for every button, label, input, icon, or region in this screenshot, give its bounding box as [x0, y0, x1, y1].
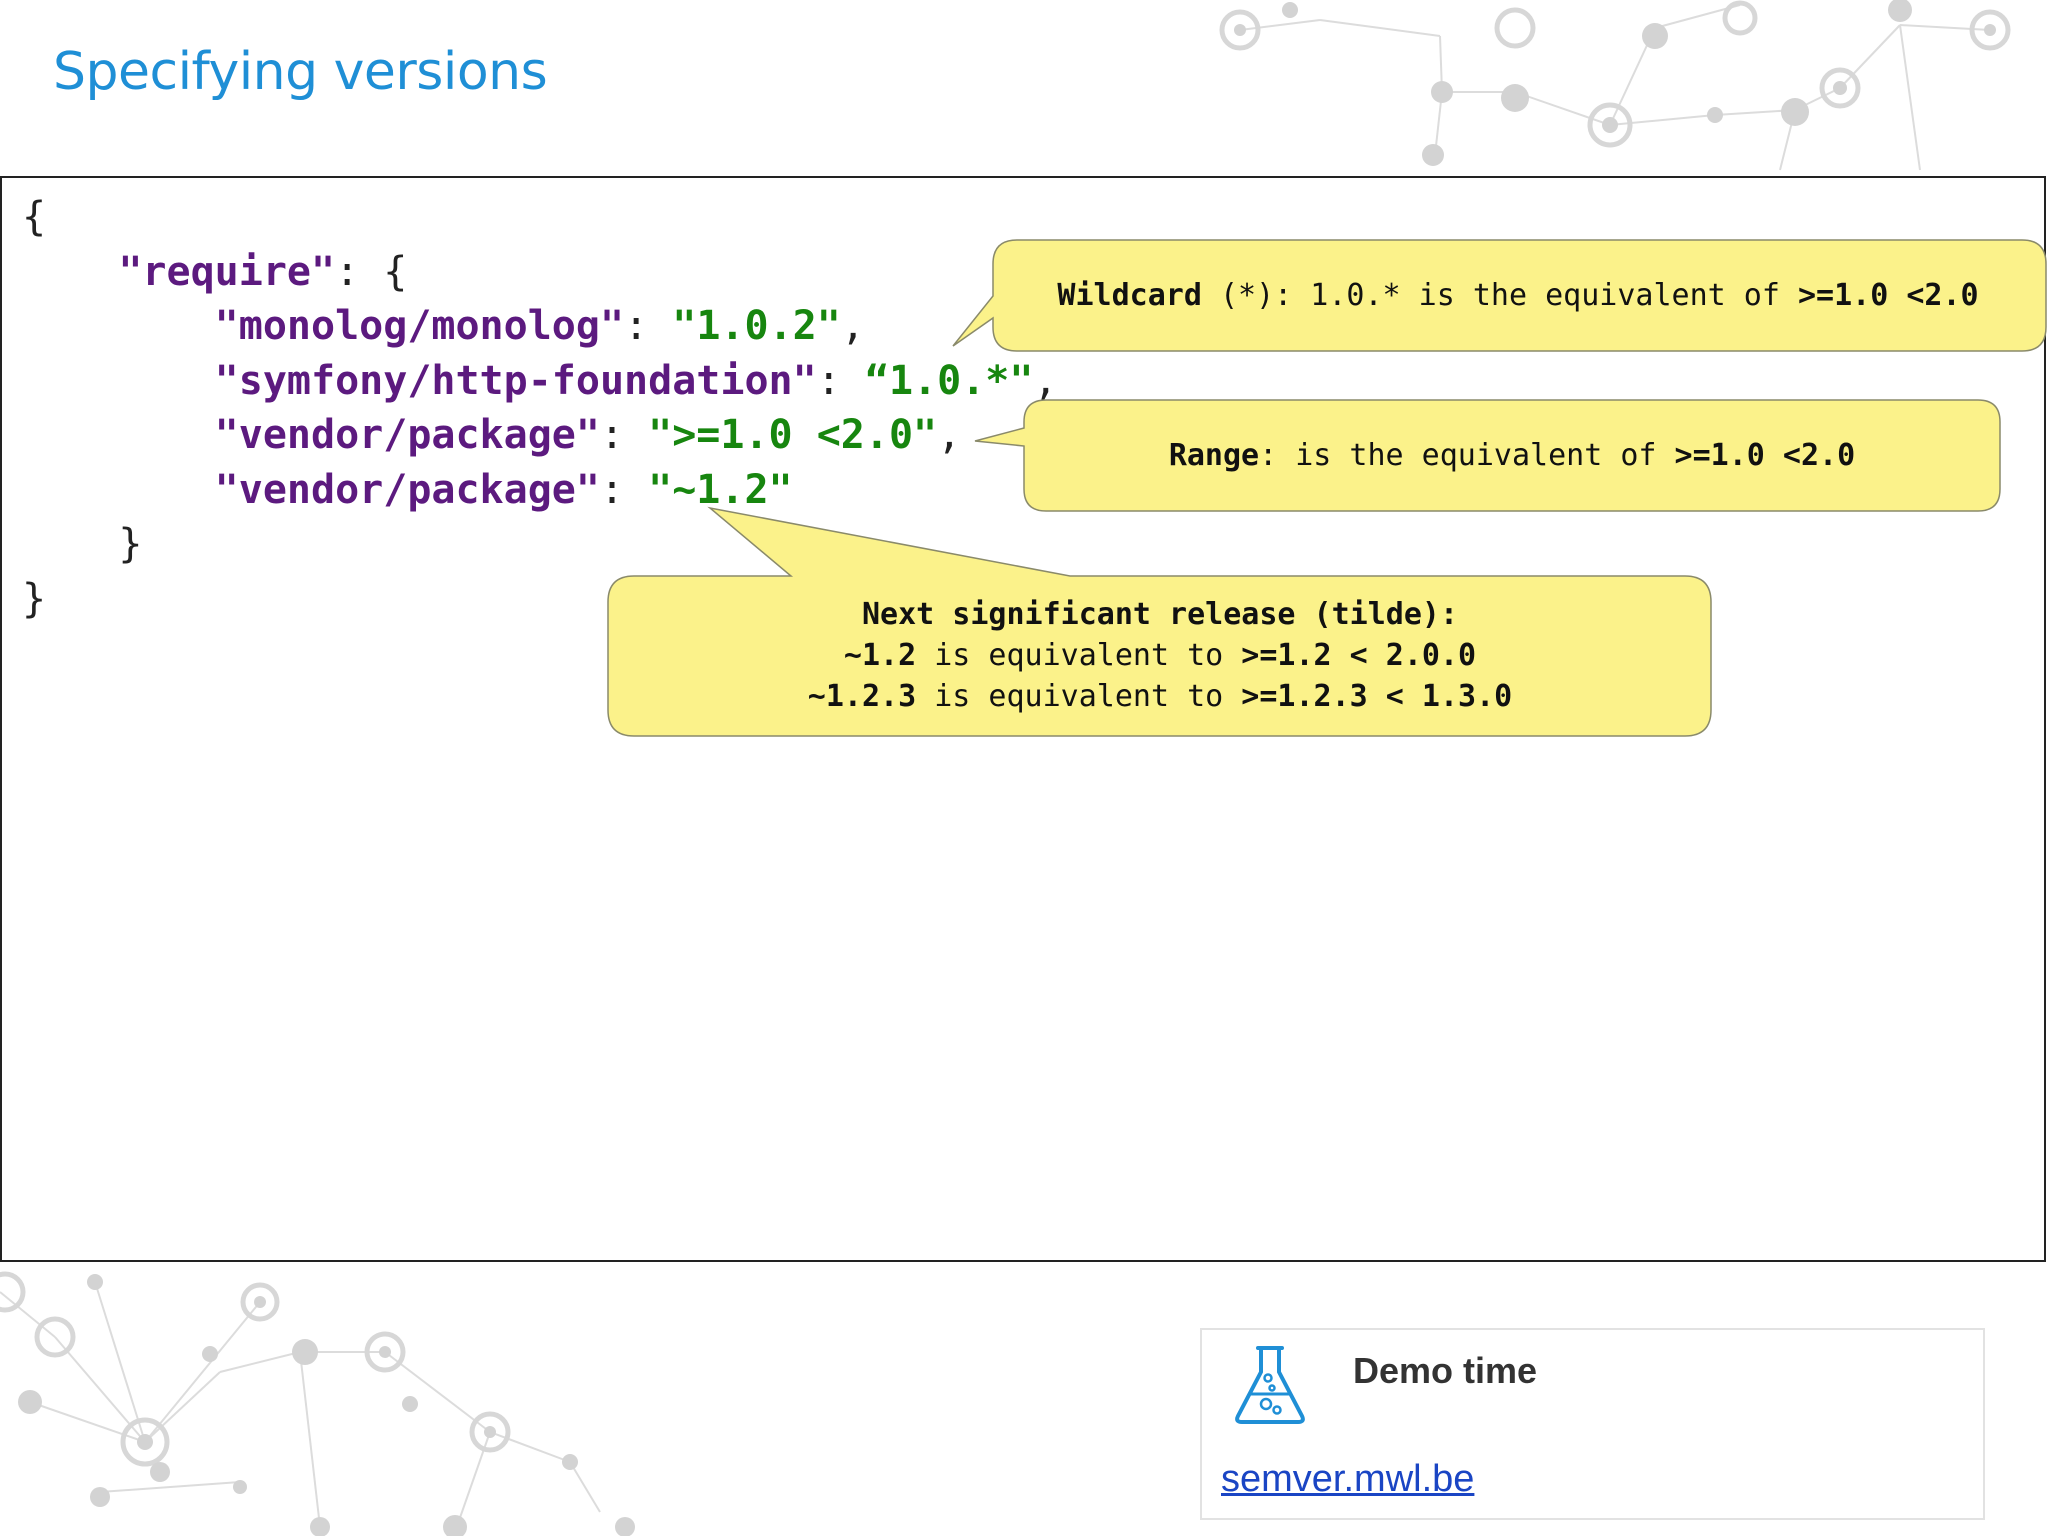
flask-icon — [1235, 1346, 1305, 1424]
code-line: "vendor/package": ">=1.0 <2.0", — [214, 412, 962, 458]
composer-json-code: { "require": { "monolog/monolog": "1.0.2… — [22, 190, 1058, 626]
json-value: “1.0.*" — [864, 357, 1034, 404]
code-block: { "require": { "monolog/monolog": "1.0.2… — [0, 176, 2046, 1262]
range-value: >=1.0 <2.0 — [1674, 438, 1856, 473]
demo-link[interactable]: semver.mwl.be — [1221, 1458, 1474, 1501]
tilde-callout: Next significant release (tilde): ~1.2 i… — [807, 597, 1513, 714]
json-key: "symfony/http-foundation" — [214, 357, 817, 404]
demo-title: Demo time — [1353, 1350, 1538, 1391]
code-line: "symfony/http-foundation": “1.0.*", — [214, 357, 1058, 404]
json-value: ">=1.0 <2.0" — [648, 412, 938, 458]
molecule-network-decoration-top — [1219, 0, 2011, 171]
wildcard-label: Wildcard — [1057, 278, 1202, 313]
tilde-heading: Next significant release (tilde): — [861, 597, 1459, 632]
wildcard-callout: Wildcard (*): 1.0.* is the equivalent of… — [1057, 278, 1979, 313]
code-line: "require": { — [118, 248, 408, 295]
code-line: "monolog/monolog": "1.0.2", — [214, 303, 865, 349]
code-line: "vendor/package": "~1.2" — [214, 466, 793, 513]
wildcard-range: >=1.0 <2.0 — [1797, 278, 1979, 313]
json-key: "monolog/monolog" — [214, 303, 625, 349]
slide-title: Specifying versions — [53, 42, 548, 102]
json-key: "require" — [118, 248, 336, 295]
range-label: Range — [1168, 438, 1260, 473]
demo-card: Demo time semver.mwl.be — [1200, 1328, 1985, 1520]
code-line: } — [118, 521, 143, 567]
json-value: "1.0.2" — [672, 303, 841, 349]
json-value: "~1.2" — [648, 466, 793, 513]
molecule-network-decoration-bottom — [0, 1271, 635, 1536]
json-key: "vendor/package" — [214, 466, 600, 513]
json-key: "vendor/package" — [214, 412, 600, 458]
range-callout: Range: is the equivalent of >=1.0 <2.0 — [1168, 438, 1856, 473]
code-line: { — [22, 194, 47, 240]
